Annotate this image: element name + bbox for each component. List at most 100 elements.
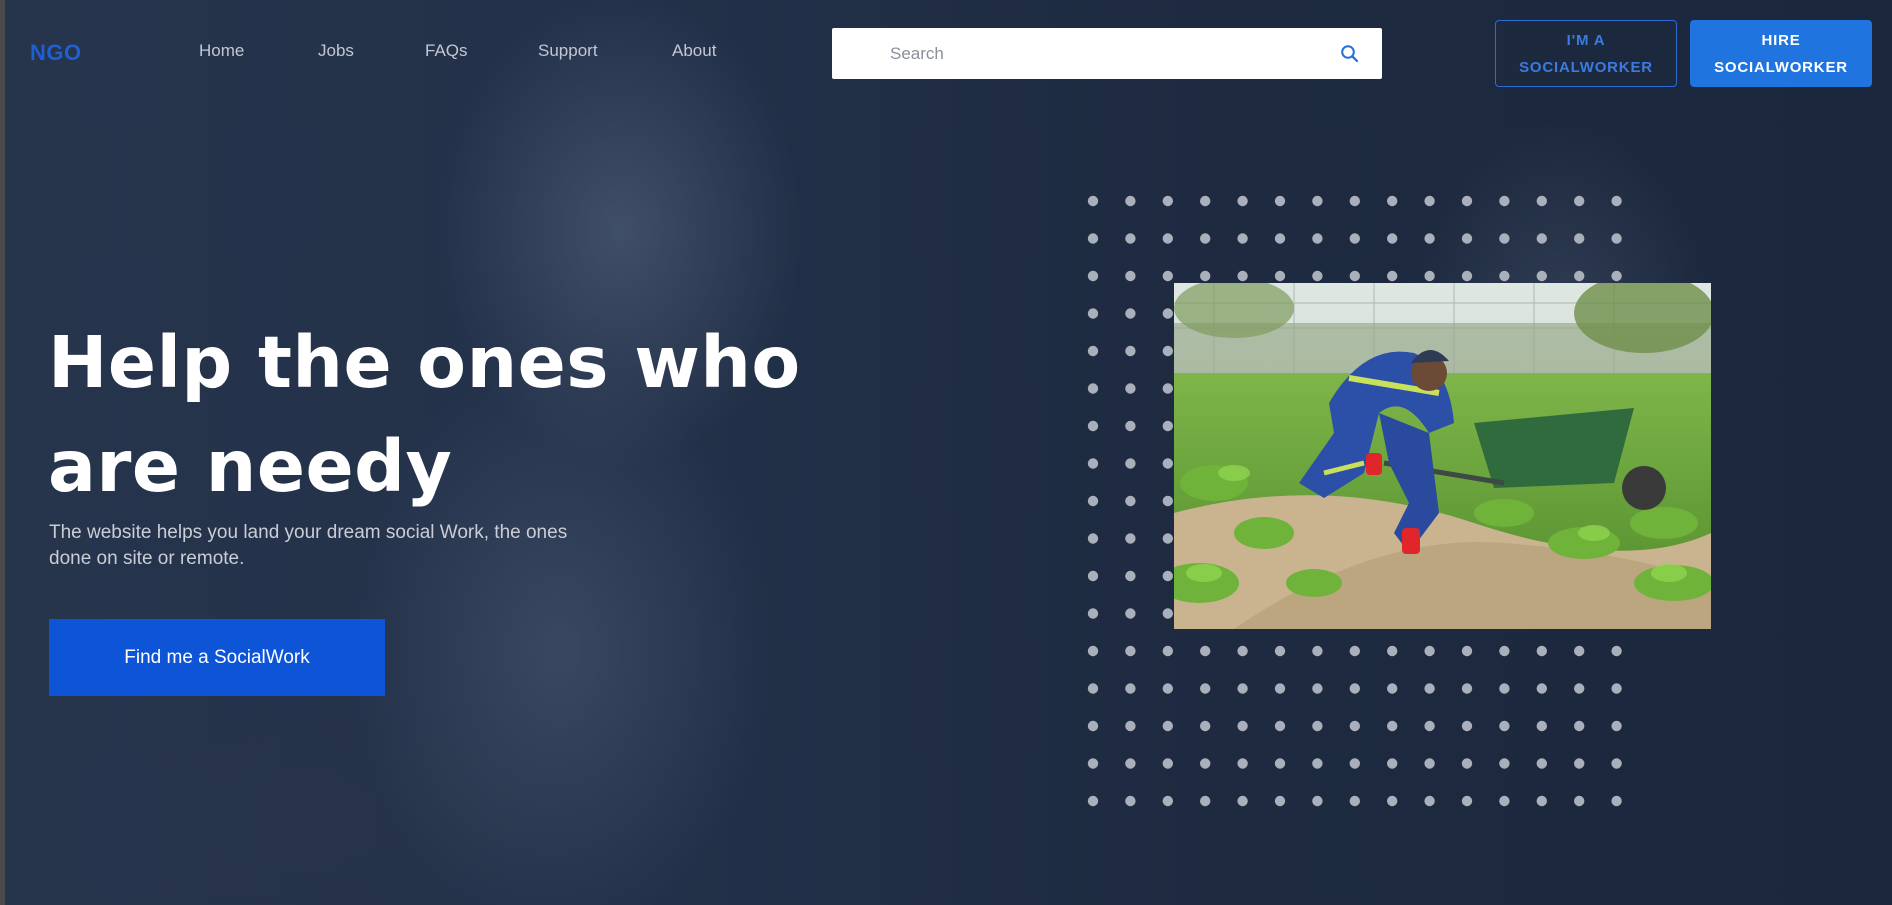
decoration-dot [1162, 270, 1173, 282]
decoration-dot [1574, 683, 1585, 694]
hire-socialworker-button[interactable]: HIRE SOCIALWORKER [1690, 20, 1872, 87]
decoration-dot [1536, 683, 1547, 694]
nav-link-jobs[interactable]: Jobs [318, 41, 354, 61]
im-a-socialworker-button[interactable]: I'M A SOCIALWORKER [1495, 20, 1677, 87]
decoration-dot [1611, 270, 1622, 282]
decoration-dot [1611, 195, 1622, 207]
decoration-dot [1387, 645, 1398, 657]
decoration-dot [1387, 195, 1398, 207]
nav-link-faqs[interactable]: FAQs [425, 41, 468, 61]
decoration-dot [1424, 720, 1435, 732]
decoration-dot [1536, 233, 1547, 244]
decoration-dot [1162, 570, 1173, 582]
decoration-dot [1200, 758, 1211, 769]
decoration-dot [1087, 383, 1099, 394]
decoration-dot [1237, 195, 1248, 207]
button-label-line2: SOCIALWORKER [1714, 58, 1848, 76]
decoration-dot [1574, 795, 1585, 807]
decoration-dot [1125, 233, 1136, 244]
decoration-dot [1237, 270, 1248, 282]
search-icon[interactable] [1340, 44, 1360, 64]
decoration-dot [1162, 458, 1173, 469]
decoration-dot [1424, 758, 1435, 769]
decoration-dot [1349, 720, 1360, 732]
decoration-dot [1087, 683, 1099, 694]
decoration-dot [1611, 683, 1622, 694]
search-input[interactable] [890, 40, 1310, 68]
nav-link-home[interactable]: Home [199, 41, 244, 61]
decoration-dot [1087, 270, 1099, 282]
decoration-dot [1237, 645, 1248, 657]
search-bar [832, 28, 1382, 79]
decoration-dot [1162, 420, 1173, 432]
nav-link-about[interactable]: About [672, 41, 716, 61]
hero-photo [1174, 283, 1711, 629]
decoration-dot [1162, 233, 1173, 244]
nav-link-support[interactable]: Support [538, 41, 598, 61]
decoration-dot [1162, 195, 1173, 207]
decoration-dot [1162, 308, 1173, 319]
decoration-dot [1200, 270, 1211, 282]
decoration-dot [1200, 645, 1211, 657]
decoration-dot [1087, 758, 1099, 769]
decoration-dot [1499, 645, 1510, 657]
decoration-dot [1087, 645, 1099, 657]
decoration-dot [1087, 570, 1099, 582]
decoration-dot [1125, 458, 1136, 469]
decoration-dot [1087, 195, 1099, 207]
decoration-dot [1349, 270, 1360, 282]
decoration-dot [1499, 758, 1510, 769]
find-socialwork-button[interactable]: Find me a SocialWork [49, 619, 385, 696]
button-label-line2: SOCIALWORKER [1519, 58, 1653, 76]
decoration-dot [1461, 645, 1473, 657]
decoration-dot [1274, 795, 1286, 807]
decoration-dot [1499, 720, 1510, 732]
decoration-dot [1349, 233, 1360, 244]
decoration-dot [1125, 645, 1136, 657]
decoration-dot [1499, 270, 1510, 282]
decoration-dot [1349, 758, 1360, 769]
decoration-dot [1312, 720, 1323, 732]
decoration-dot [1200, 683, 1211, 694]
decoration-dot [1274, 270, 1286, 282]
decoration-dot [1087, 720, 1099, 732]
decoration-dot [1312, 683, 1323, 694]
decoration-dot [1499, 795, 1510, 807]
decoration-dot [1274, 233, 1286, 244]
decoration-dot [1125, 533, 1136, 544]
decoration-dot [1536, 720, 1547, 732]
decoration-dot [1387, 233, 1398, 244]
decoration-dot [1574, 758, 1585, 769]
decoration-dot [1162, 383, 1173, 394]
decoration-dot [1237, 233, 1248, 244]
decoration-dot [1461, 795, 1473, 807]
decoration-dot [1087, 533, 1099, 544]
decoration-dot [1611, 720, 1622, 732]
decoration-dot [1162, 495, 1173, 507]
decoration-dot [1237, 720, 1248, 732]
decoration-dot [1424, 645, 1435, 657]
decoration-dot [1125, 308, 1136, 319]
decoration-dot [1424, 195, 1435, 207]
decoration-dot [1312, 233, 1323, 244]
decoration-dot [1611, 758, 1622, 769]
logo[interactable]: NGO [30, 40, 82, 66]
decoration-dot [1125, 683, 1136, 694]
decoration-dot [1162, 758, 1173, 769]
button-label-line1: I'M A [1566, 31, 1606, 49]
decoration-dot [1162, 645, 1173, 657]
decoration-dot [1125, 758, 1136, 769]
decoration-dot [1162, 683, 1173, 694]
decoration-dot [1536, 758, 1547, 769]
decoration-dot [1087, 495, 1099, 507]
decoration-dot [1200, 720, 1211, 732]
decoration-dot [1611, 645, 1622, 657]
decoration-dot [1387, 270, 1398, 282]
hero-title-line2: are needy [48, 425, 453, 508]
decoration-dot [1162, 533, 1173, 544]
decoration-dot [1125, 195, 1136, 207]
decoration-dot [1536, 195, 1547, 207]
decoration-dot [1200, 795, 1211, 807]
decoration-dot [1424, 683, 1435, 694]
decoration-dot [1574, 645, 1585, 657]
